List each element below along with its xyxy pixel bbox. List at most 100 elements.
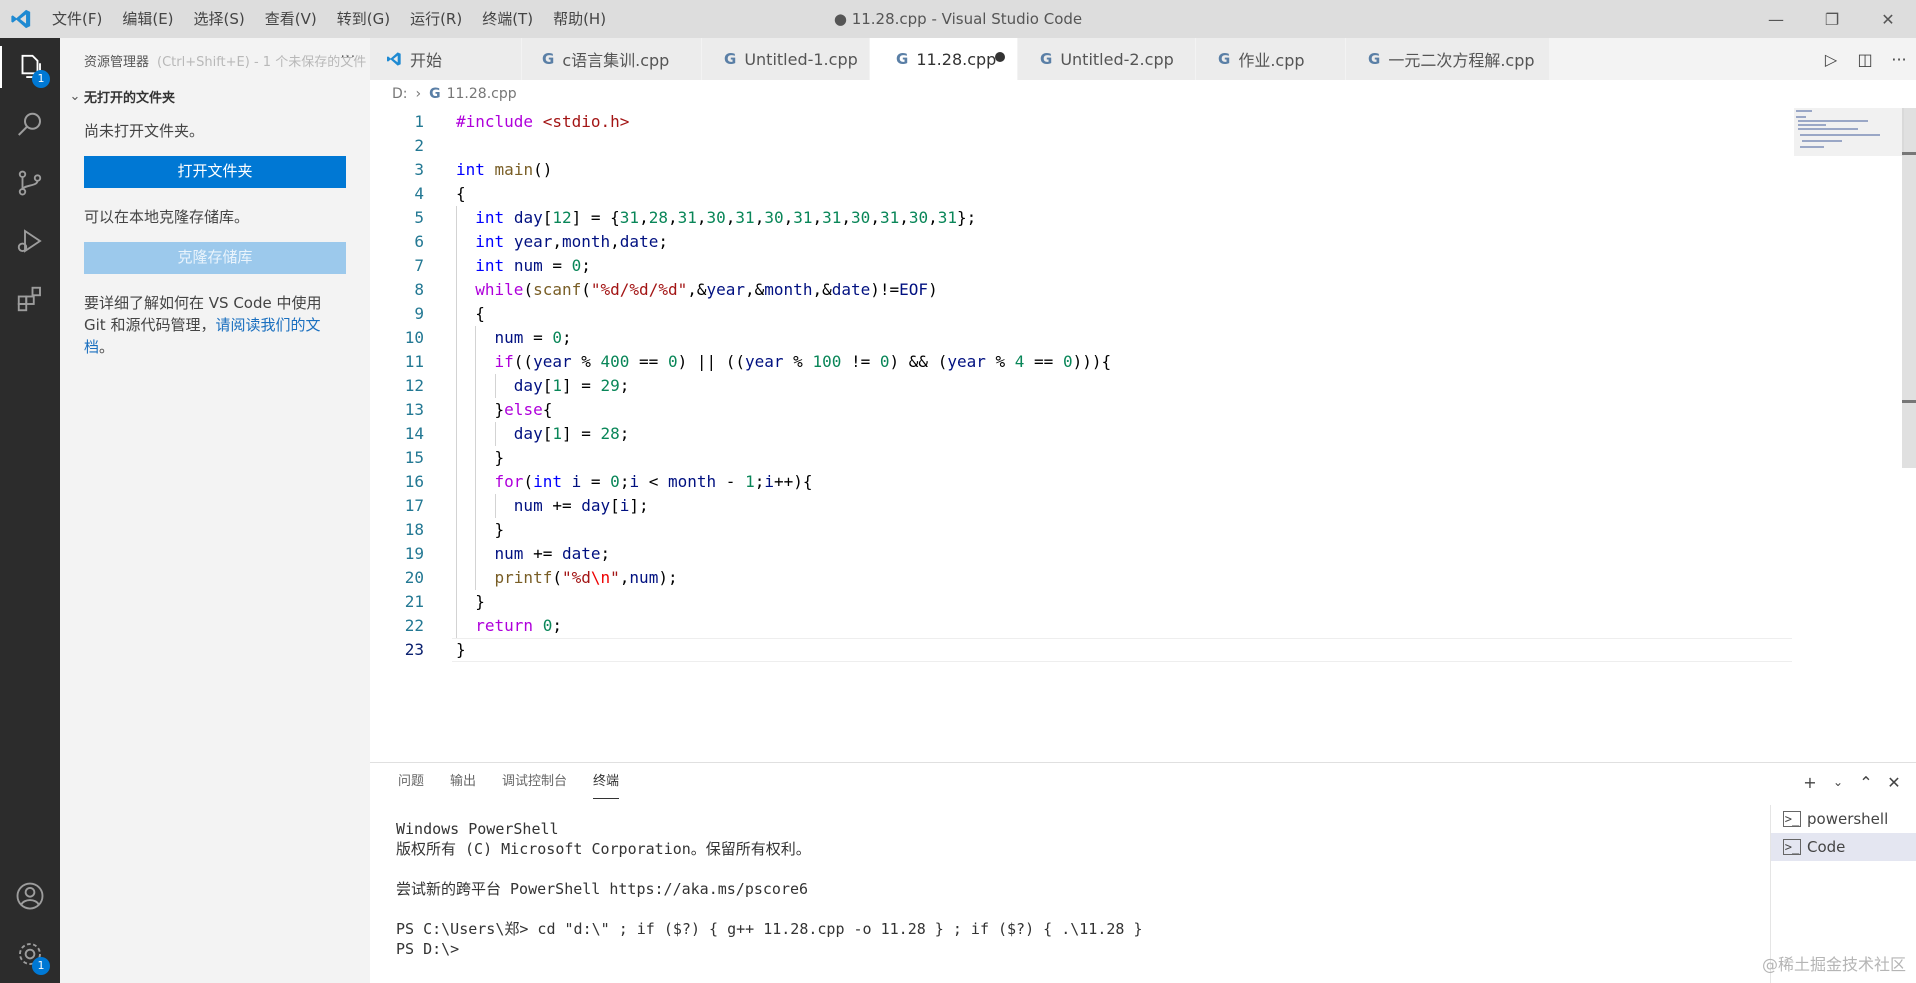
- tab-terminal[interactable]: 终端: [593, 763, 620, 801]
- extensions-icon[interactable]: [0, 270, 60, 328]
- tab-file[interactable]: G 作业.cpp: [1196, 38, 1346, 80]
- menu-bar: 文件(F) 编辑(E) 选择(S) 查看(V) 转到(G) 运行(R) 终端(T…: [42, 0, 616, 38]
- menu-file[interactable]: 文件(F): [42, 0, 112, 38]
- menu-view[interactable]: 查看(V): [255, 0, 327, 38]
- code-line[interactable]: 5 int day[12] = {31,28,31,30,31,30,31,31…: [370, 206, 1770, 230]
- tab-file[interactable]: G Untitled-1.cpp: [702, 38, 870, 80]
- section-title: 无打开的文件夹: [84, 90, 176, 106]
- code-line[interactable]: 21 }: [370, 590, 1770, 614]
- search-icon[interactable]: [0, 96, 60, 154]
- run-play-icon[interactable]: ▷: [1814, 50, 1848, 69]
- account-icon[interactable]: [0, 867, 60, 925]
- panel-tabs: 问题 输出 调试控制台 终端: [370, 763, 1916, 801]
- line-number: 19: [404, 544, 424, 563]
- scrollbar-marker: [1902, 152, 1916, 155]
- clone-repo-button[interactable]: 克隆存储库: [84, 242, 346, 274]
- line-number: 6: [414, 232, 424, 251]
- clone-text: 可以在本地克隆存储库。: [84, 208, 250, 226]
- code-line[interactable]: 12 day[1] = 29;: [370, 374, 1770, 398]
- scrollbar-marker: [1902, 400, 1916, 403]
- line-number: 12: [404, 376, 424, 395]
- split-editor-icon[interactable]: ◫: [1848, 50, 1882, 69]
- code-text: printf("%d\n",num);: [494, 568, 678, 587]
- settings-gear-icon[interactable]: 1: [0, 925, 60, 983]
- vscode-logo-icon[interactable]: [0, 0, 42, 38]
- code-line[interactable]: 9 {: [370, 302, 1770, 326]
- source-control-icon[interactable]: [0, 154, 60, 212]
- code-line[interactable]: 7 int num = 0;: [370, 254, 1770, 278]
- tab-welcome[interactable]: 开始: [370, 38, 522, 80]
- menu-go[interactable]: 转到(G): [327, 0, 400, 38]
- menu-edit[interactable]: 编辑(E): [112, 0, 183, 38]
- minimap[interactable]: [1794, 108, 1904, 168]
- explorer-icon[interactable]: 1: [0, 38, 60, 96]
- code-line[interactable]: 13 }else{: [370, 398, 1770, 422]
- menu-terminal[interactable]: 终端(T): [472, 0, 543, 38]
- breadcrumb-file[interactable]: 11.28.cpp: [447, 86, 517, 102]
- new-terminal-icon[interactable]: +: [1796, 773, 1824, 792]
- cpp-icon: G: [896, 50, 909, 68]
- code-text: num += day[i];: [513, 496, 649, 515]
- terminal-item-code[interactable]: >_ Code: [1771, 833, 1916, 861]
- window-controls: — ❐ ✕: [1748, 0, 1916, 38]
- git-help-text: 要详细了解如何在 VS Code 中使用 Git 和源代码管理，请阅读我们的文档…: [84, 292, 346, 358]
- line-number: 15: [404, 448, 424, 467]
- menu-run[interactable]: 运行(R): [400, 0, 472, 38]
- code-line[interactable]: 11 if((year % 400 == 0) || ((year % 100 …: [370, 350, 1770, 374]
- tab-output[interactable]: 输出: [450, 763, 476, 801]
- terminal-name: powershell: [1807, 810, 1889, 828]
- tab-file[interactable]: G 一元二次方程解.cpp: [1346, 38, 1550, 80]
- more-icon[interactable]: ···: [1882, 50, 1916, 69]
- code-line[interactable]: 17 num += day[i];: [370, 494, 1770, 518]
- minimize-icon[interactable]: —: [1748, 0, 1804, 38]
- terminal-item-powershell[interactable]: >_ powershell: [1771, 805, 1916, 833]
- close-panel-icon[interactable]: ✕: [1880, 773, 1908, 792]
- code-line[interactable]: 1 #include <stdio.h>: [370, 110, 1770, 134]
- tab-file[interactable]: G c语言集训.cpp: [522, 38, 702, 80]
- cpp-icon: G: [429, 86, 441, 102]
- code-text: {: [456, 304, 485, 323]
- code-line[interactable]: 15 }: [370, 446, 1770, 470]
- line-number: 21: [404, 592, 424, 611]
- code-line[interactable]: 14 day[1] = 28;: [370, 422, 1770, 446]
- restore-icon[interactable]: ❐: [1804, 0, 1860, 38]
- menu-selection[interactable]: 选择(S): [184, 0, 255, 38]
- code-line[interactable]: 3 int main(): [370, 158, 1770, 182]
- explorer-badge: 1: [32, 70, 50, 88]
- code-text: #include <stdio.h>: [456, 112, 630, 131]
- code-line[interactable]: 18 }: [370, 518, 1770, 542]
- line-number: 8: [414, 280, 424, 299]
- breadcrumb-drive[interactable]: D:: [392, 86, 408, 102]
- code-line[interactable]: 10 num = 0;: [370, 326, 1770, 350]
- tab-debug-console[interactable]: 调试控制台: [502, 763, 567, 801]
- code-line[interactable]: 6 int year,month,date;: [370, 230, 1770, 254]
- run-debug-icon[interactable]: [0, 212, 60, 270]
- code-line[interactable]: 4{: [370, 182, 1770, 206]
- more-actions-icon[interactable]: ···: [341, 50, 356, 65]
- no-folder-section[interactable]: ⌄ 无打开的文件夹: [60, 82, 370, 110]
- chevron-down-icon[interactable]: ⌄: [1824, 775, 1852, 789]
- code-editor[interactable]: 1 #include <stdio.h> 2 3 int main() 4{5 int d…: [370, 108, 1916, 760]
- code-line[interactable]: 19 num += date;: [370, 542, 1770, 566]
- unsaved-dot-icon[interactable]: [995, 52, 1005, 62]
- code-text: num += date;: [494, 544, 611, 563]
- code-line[interactable]: 8 while(scanf("%d/%d/%d",&year,&month,&d…: [370, 278, 1770, 302]
- terminal-output[interactable]: Windows PowerShell 版权所有 (C) Microsoft Co…: [396, 819, 1756, 959]
- tab-active-file[interactable]: G 11.28.cpp: [870, 38, 1018, 80]
- tab-label: 作业.cpp: [1238, 51, 1305, 70]
- code-line[interactable]: 16 for(int i = 0;i < month - 1;i++){: [370, 470, 1770, 494]
- editor-scrollbar[interactable]: [1902, 108, 1916, 468]
- vscode-tab-icon: [386, 51, 402, 67]
- minimap-line: [1798, 120, 1868, 122]
- maximize-panel-icon[interactable]: ⌃: [1852, 773, 1880, 792]
- open-folder-button[interactable]: 打开文件夹: [84, 156, 346, 188]
- menu-help[interactable]: 帮助(H): [543, 0, 616, 38]
- code-line[interactable]: 23}: [370, 638, 1770, 662]
- code-line[interactable]: 2: [370, 134, 1770, 158]
- code-line[interactable]: 22 return 0;: [370, 614, 1770, 638]
- tab-problems[interactable]: 问题: [398, 763, 424, 801]
- code-text: }else{: [456, 400, 553, 419]
- close-icon[interactable]: ✕: [1860, 0, 1916, 38]
- code-line[interactable]: 20 printf("%d\n",num);: [370, 566, 1770, 590]
- tab-file[interactable]: G Untitled-2.cpp: [1018, 38, 1196, 80]
